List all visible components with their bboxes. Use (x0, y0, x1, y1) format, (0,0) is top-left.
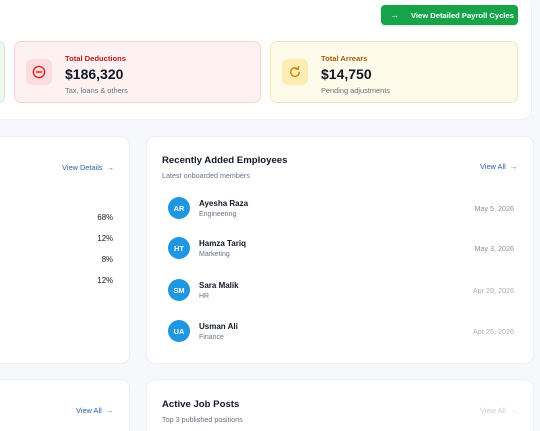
employee-row[interactable]: UA Usman Ali Finance Apr 25, 2026 (168, 319, 514, 343)
stat-card-total-deductions: Total Deductions $186,320 Tax, loans & o… (14, 41, 261, 103)
stat-subtitle: Pending adjustments (321, 86, 391, 95)
stat-subtitle: Tax, loans & others (65, 86, 128, 95)
view-all-jobs-link[interactable]: View All → (480, 406, 517, 415)
employee-row[interactable]: SM Sara Malik HR Apr 29, 2026 (168, 278, 514, 302)
view-payroll-cycles-label: View Detailed Payroll Cycles (411, 10, 514, 20)
employee-row[interactable]: HT Hamza Tariq Marketing May 3, 2026 (168, 236, 514, 260)
section-subtitle: Top 3 published positions (162, 415, 243, 424)
arrow-right-icon: → (106, 163, 115, 172)
stat-label: Total Arrears (321, 54, 368, 63)
view-details-label: View Details (62, 163, 103, 172)
percentage-value: 12% (97, 234, 113, 243)
employee-department: Marketing (199, 250, 230, 258)
arrow-right-icon: → (105, 406, 114, 415)
employee-name: Sara Malik (199, 280, 239, 290)
bottom-left-panel: View All → (0, 379, 130, 431)
view-details-link[interactable]: View Details → (62, 163, 114, 172)
view-all-link[interactable]: View All → (76, 406, 113, 415)
employee-join-date: Apr 25, 2026 (472, 326, 514, 336)
breakdown-panel: View Details → 68% 12% 8% 12% (0, 136, 130, 364)
view-all-employees-link[interactable]: View All → (480, 162, 517, 171)
employee-name: Usman Ali (199, 321, 238, 331)
percentage-value: 12% (97, 276, 113, 285)
employee-row[interactable]: AR Ayesha Raza Engineering May 5, 2026 (168, 196, 514, 220)
refresh-icon (282, 59, 308, 85)
employee-join-date: May 3, 2026 (474, 243, 514, 253)
stat-value: $186,320 (65, 66, 124, 82)
section-title: Recently Added Employees (162, 155, 288, 166)
view-all-label: View All (76, 406, 102, 415)
stat-label: Total Deductions (65, 54, 127, 63)
stat-card-total-arrears: Total Arrears $14,750 Pending adjustment… (270, 41, 518, 103)
employee-join-date: Apr 29, 2026 (472, 285, 514, 295)
employee-name: Ayesha Raza (199, 198, 249, 208)
view-all-label: View All (480, 406, 506, 415)
employee-join-date: May 5, 2026 (474, 203, 514, 213)
active-job-posts-panel: Active Job Posts Top 3 published positio… (146, 379, 534, 431)
section-subtitle: Latest onboarded members (162, 171, 250, 180)
percentage-value: 68% (97, 213, 113, 222)
arrow-right-icon: → (509, 162, 518, 171)
minus-circle-icon (26, 59, 52, 85)
arrow-right-icon: → (509, 406, 518, 415)
avatar: AR (168, 197, 190, 219)
arrow-right-icon: → (390, 9, 399, 20)
stat-value: $14,750 (321, 66, 372, 82)
avatar: UA (168, 320, 190, 342)
view-all-label: View All (480, 162, 506, 171)
employee-department: Finance (199, 333, 224, 341)
employee-name: Hamza Tariq (199, 238, 246, 248)
avatar: SM (168, 279, 190, 301)
percentage-value: 8% (101, 255, 113, 264)
recent-employees-panel: Recently Added Employees Latest onboarde… (146, 136, 534, 364)
employee-department: Engineering (199, 210, 237, 218)
employee-department: HR (199, 292, 210, 300)
section-title: Active Job Posts (162, 399, 240, 410)
view-payroll-cycles-button[interactable]: → View Detailed Payroll Cycles (381, 5, 518, 25)
stat-card-partial (0, 41, 5, 103)
avatar: HT (168, 237, 190, 259)
